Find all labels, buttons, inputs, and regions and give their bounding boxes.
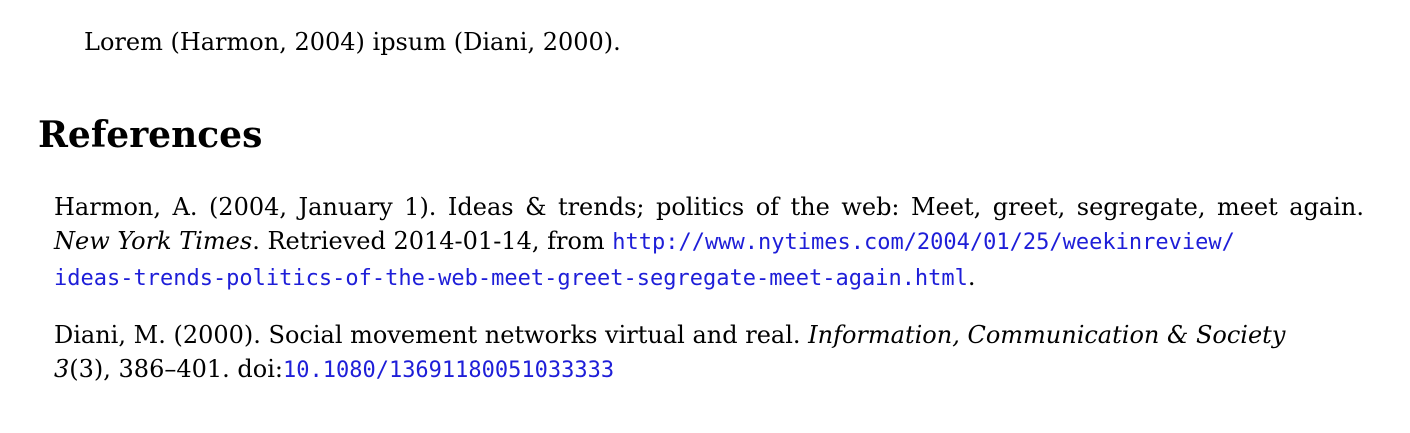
- references-heading: References: [38, 114, 263, 156]
- volume-number: 3: [54, 355, 70, 383]
- body-paragraph: Lorem (Harmon, 2004) ipsum (Diani, 2000)…: [84, 28, 621, 56]
- issue-pages: (3), 386–401. doi:: [69, 355, 283, 383]
- reference-line: Diani, M. (2000). Social movement networ…: [54, 318, 1364, 352]
- reference-line: New York Times. Retrieved 2014-01-14, fr…: [54, 224, 1364, 260]
- doi-link[interactable]: 10.1080/13691180051033333: [283, 358, 614, 383]
- retrieval-text: . Retrieved 2014-01-14, from: [252, 227, 613, 255]
- journal-title: New York Times: [54, 227, 253, 255]
- reference-url-link[interactable]: http://www.nytimes.com/2004/01/25/weekin…: [612, 230, 1235, 255]
- reference-line: 3(3), 386–401. doi:10.1080/1369118005103…: [54, 352, 1364, 388]
- trailing-period: .: [967, 263, 976, 291]
- journal-title: Information, Communication & Society: [808, 321, 1286, 349]
- reference-lead: Diani, M. (2000). Social movement networ…: [54, 321, 809, 349]
- reference-line: Harmon, A. (2004, January 1). Ideas & tr…: [54, 193, 1364, 221]
- document-page: Lorem (Harmon, 2004) ipsum (Diani, 2000)…: [0, 0, 1410, 433]
- reference-entry-diani: Diani, M. (2000). Social movement networ…: [54, 318, 1364, 388]
- reference-line: ideas-trends-politics-of-the-web-meet-gr…: [54, 260, 1364, 296]
- reference-url-link-continued[interactable]: ideas-trends-politics-of-the-web-meet-gr…: [54, 266, 968, 291]
- reference-entry-harmon: Harmon, A. (2004, January 1). Ideas & tr…: [54, 190, 1364, 296]
